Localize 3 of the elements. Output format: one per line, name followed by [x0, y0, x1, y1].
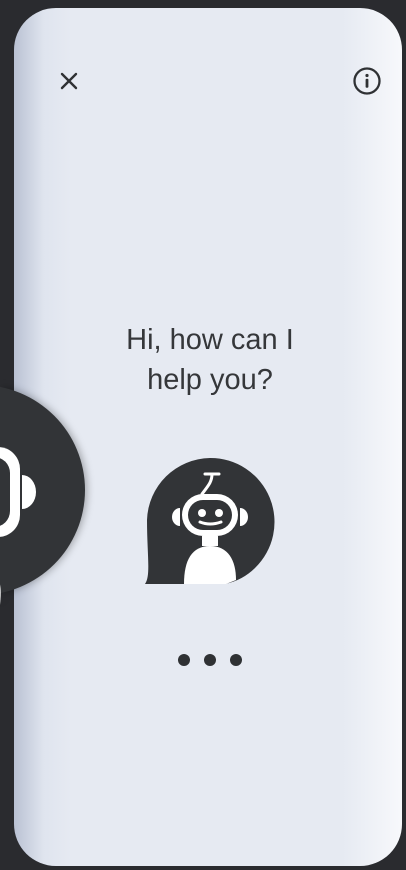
greeting-text: Hi, how can I help you?	[125, 323, 295, 398]
close-icon[interactable]	[58, 70, 80, 92]
info-icon[interactable]	[352, 66, 382, 96]
